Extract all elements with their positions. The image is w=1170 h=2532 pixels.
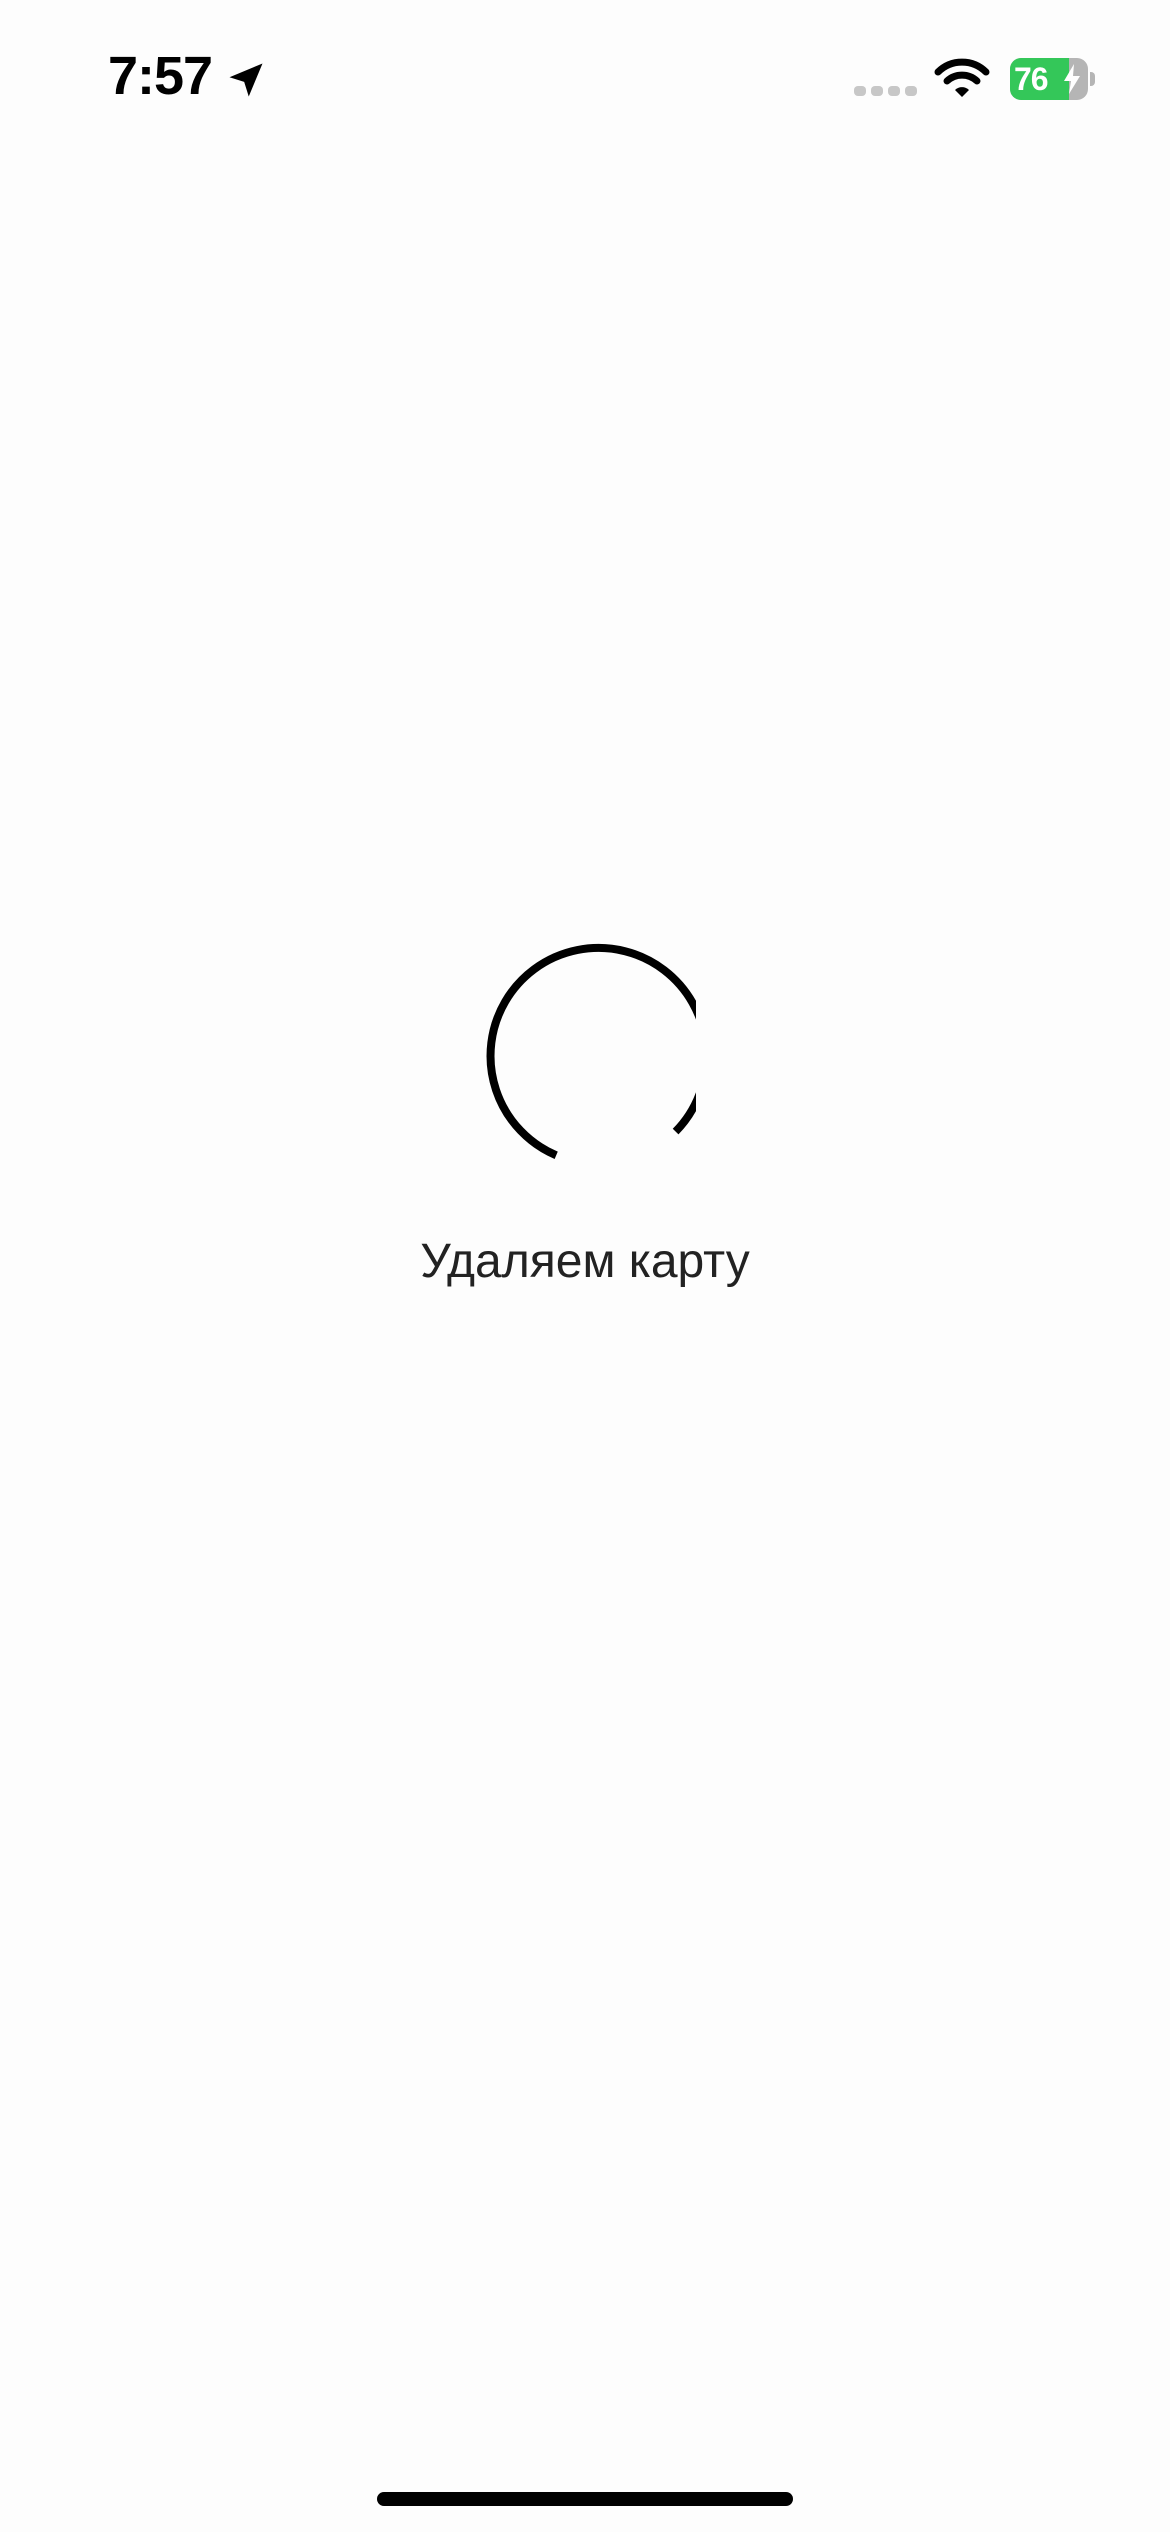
status-time: 7:57 [108, 46, 213, 106]
loading-spinner-icon [486, 944, 696, 1159]
cellular-signal-icon [854, 86, 917, 96]
charging-bolt-icon [1064, 64, 1080, 94]
status-bar: 7:57 76 [0, 0, 1170, 150]
card-deletion-screen: 7:57 76 Удаляем карту [0, 0, 1170, 2532]
loading-message: Удаляем карту [420, 1235, 750, 1288]
wifi-icon [934, 58, 990, 97]
location-arrow-icon [229, 63, 263, 97]
battery-cap [1090, 72, 1095, 86]
home-indicator[interactable] [377, 2492, 793, 2506]
battery-body: 76 [1010, 58, 1088, 100]
battery-indicator: 76 [1010, 58, 1096, 100]
battery-percent: 76 [1014, 61, 1049, 97]
